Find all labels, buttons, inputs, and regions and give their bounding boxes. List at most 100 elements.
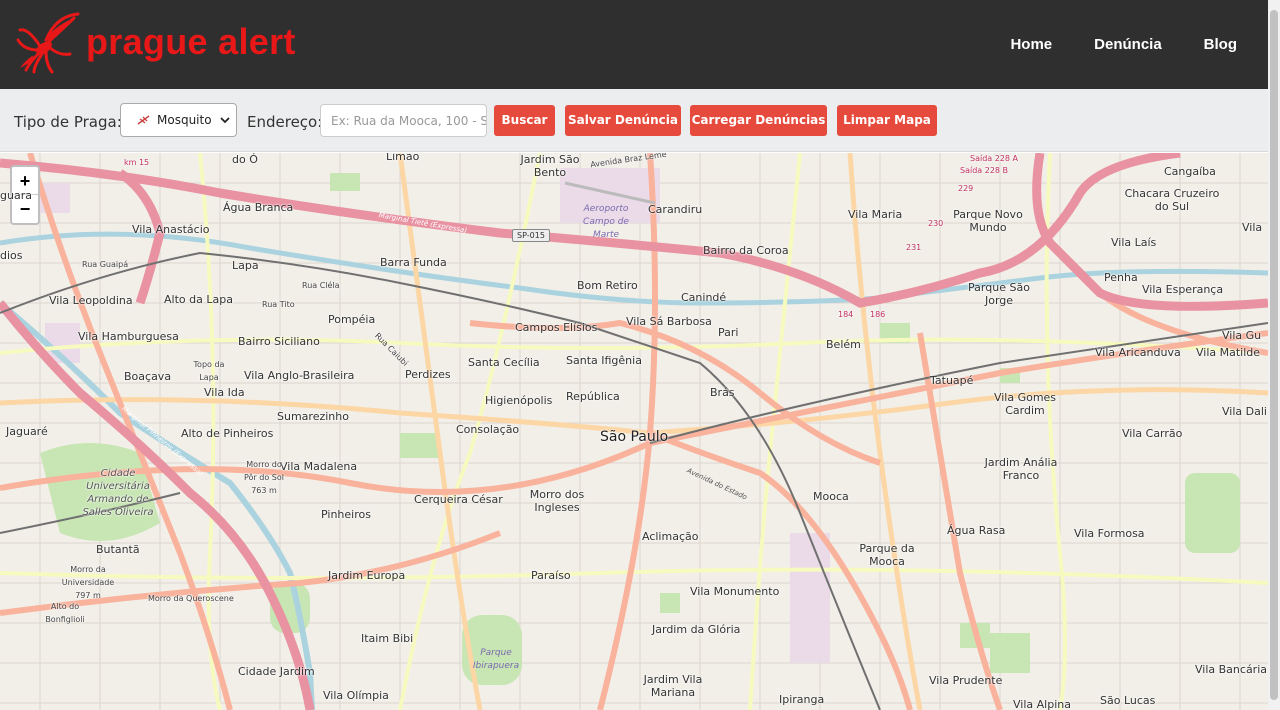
map-road-label: Rua Tito: [262, 300, 295, 309]
map-label: Vila: [1242, 221, 1263, 234]
map-label: Vila Alpina: [1013, 698, 1071, 710]
mosquito-icon: [137, 115, 150, 125]
map-label: Chacara Cruzeiro do Sul: [1124, 187, 1220, 213]
map-label: Santa Cecília: [468, 356, 540, 369]
map-label: Pompéia: [328, 313, 376, 326]
map-road-label: 231: [906, 243, 922, 252]
map-label: Vila Aricanduva: [1095, 346, 1181, 359]
map-poi-label: Cidade Universitária Armando de Salles O…: [82, 468, 154, 518]
clear-map-button[interactable]: Limpar Mapa: [837, 105, 937, 136]
map-label: Campos Elísios: [515, 321, 598, 334]
load-reports-button[interactable]: Carregar Denúncias: [690, 105, 827, 136]
map-label: Jardim Europa: [328, 569, 406, 582]
map-view[interactable]: + − SP-015 do Ó Limão Jardim São Bento C…: [0, 153, 1268, 710]
map-road-label: 186: [870, 310, 886, 319]
map-label: Vila Anglo-Brasileira: [244, 369, 355, 382]
map-label: Belém: [826, 338, 861, 351]
map-label: São Lucas: [1100, 694, 1156, 707]
map-label-city: São Paulo: [600, 429, 669, 445]
map-label: Canindé: [681, 291, 727, 304]
map-label: Itaim Bibi: [361, 632, 414, 645]
pest-type-value: Mosquito: [157, 113, 212, 127]
map-label: Pinheiros: [321, 508, 371, 521]
map-label: Bairro Siciliano: [238, 335, 320, 348]
map-poi-label: Morro da Queroscene: [148, 594, 234, 603]
map-poi-label: Alto do Bonfiglioli: [45, 602, 85, 624]
main-nav: Home Denúncia Blog: [968, 36, 1237, 53]
scrollbar-thumb[interactable]: [1270, 10, 1278, 700]
map-label: Lapa: [232, 259, 259, 272]
map-road-label: 230: [928, 219, 944, 228]
map-label: Vila Gu: [1222, 329, 1262, 342]
nav-home[interactable]: Home: [1010, 36, 1052, 53]
pest-type-label: Tipo de Praga:: [14, 113, 122, 131]
search-button[interactable]: Buscar: [494, 105, 555, 136]
save-report-button[interactable]: Salvar Denúncia: [565, 105, 681, 136]
address-input[interactable]: Ex: Rua da Mooca, 100 - S: [320, 104, 487, 137]
map-label: Vila Prudente: [929, 674, 1003, 687]
pest-type-select[interactable]: Mosquito: [120, 103, 237, 137]
map-label: Butantã: [96, 543, 140, 556]
map-label: Vila Bancária: [1195, 663, 1267, 676]
map-label: Parque da Mooca: [859, 542, 915, 568]
map-label: Santa Ifigênia: [566, 354, 642, 367]
nav-denuncia[interactable]: Denúncia: [1094, 36, 1162, 53]
map-label: Limão: [386, 153, 420, 163]
map-label: Boaçava: [124, 370, 172, 383]
map-label: Vila Hamburguesa: [78, 330, 179, 343]
map-label: Bairro da Coroa: [703, 244, 789, 257]
map-label: Vila Laís: [1111, 236, 1157, 249]
map-label: Vila Olímpia: [323, 689, 389, 702]
map-label: Carandiru: [648, 203, 703, 216]
map-label: Pari: [718, 326, 739, 339]
map-label: Vila Dali: [1222, 405, 1267, 418]
map-label: Jardim da Glória: [652, 623, 741, 636]
map-label: Cidade Jardim: [238, 665, 315, 678]
map-label: Parque Novo Mundo: [953, 208, 1023, 234]
map-label: Vila Carrão: [1122, 427, 1183, 440]
map-road-label: 229: [958, 184, 974, 193]
map-road-label: Rua Guaipá: [82, 260, 129, 269]
logo-text: prague alert: [86, 21, 296, 62]
map-label: Vila Ida: [204, 386, 245, 399]
map-label: Ipiranga: [779, 693, 825, 706]
map-label: Barra Funda: [380, 256, 447, 269]
nav-blog[interactable]: Blog: [1204, 36, 1237, 53]
map-label: Higienópolis: [485, 394, 553, 407]
map-poi-label: Parque Ibirapuera: [472, 648, 520, 671]
map-label: Vila Gomes Cardim: [993, 391, 1057, 417]
map-label: Alto da Lapa: [164, 293, 233, 306]
map-label: Vila Matilde: [1196, 346, 1261, 359]
map-label: Vila Maria: [848, 208, 903, 221]
map-label: Penha: [1104, 271, 1138, 284]
mosquito-logo-icon: [16, 12, 80, 74]
map-label: Vila Anastácio: [132, 223, 210, 236]
map-label: Jardim São Bento: [520, 153, 580, 179]
map-label: Bom Retiro: [577, 279, 638, 292]
map-poi-label: Topo da Lapa: [193, 360, 225, 382]
map-label: dios: [0, 249, 23, 262]
map-poi-label: Morro da Universidade 797 m: [61, 565, 115, 600]
map-label: Jardim Anália Franco: [984, 456, 1058, 482]
map-label: guara: [0, 189, 32, 202]
map-label: Água Branca: [223, 201, 294, 214]
app-window: prague alert Home Denúncia Blog Tipo de …: [0, 0, 1280, 710]
map-label: Jardim Vila Mariana: [643, 673, 703, 699]
map-label: Vila Madalena: [280, 460, 358, 473]
map-label: Tatuapé: [930, 374, 974, 387]
map-poi-label: Aeroporto Campo de Marte: [583, 204, 629, 240]
page-scrollbar[interactable]: [1268, 0, 1280, 710]
map-label: Perdizes: [405, 368, 451, 381]
map-label: Vila Leopoldina: [49, 294, 133, 307]
map-label: Morro dos Ingleses: [529, 488, 585, 514]
map-label: Vila Sá Barbosa: [626, 315, 712, 328]
logo[interactable]: prague alert: [16, 10, 296, 74]
map-label: Alto de Pinheiros: [181, 427, 274, 440]
map-road-label: 184: [838, 310, 854, 319]
map-road-label: Saída 228 B: [960, 166, 1009, 175]
map-label: Consolação: [456, 423, 520, 436]
map-label: Água Rasa: [947, 524, 1006, 537]
map-label: República: [566, 390, 620, 403]
road-shield: SP-015: [512, 229, 550, 242]
map-label: Cerqueira César: [414, 493, 503, 506]
